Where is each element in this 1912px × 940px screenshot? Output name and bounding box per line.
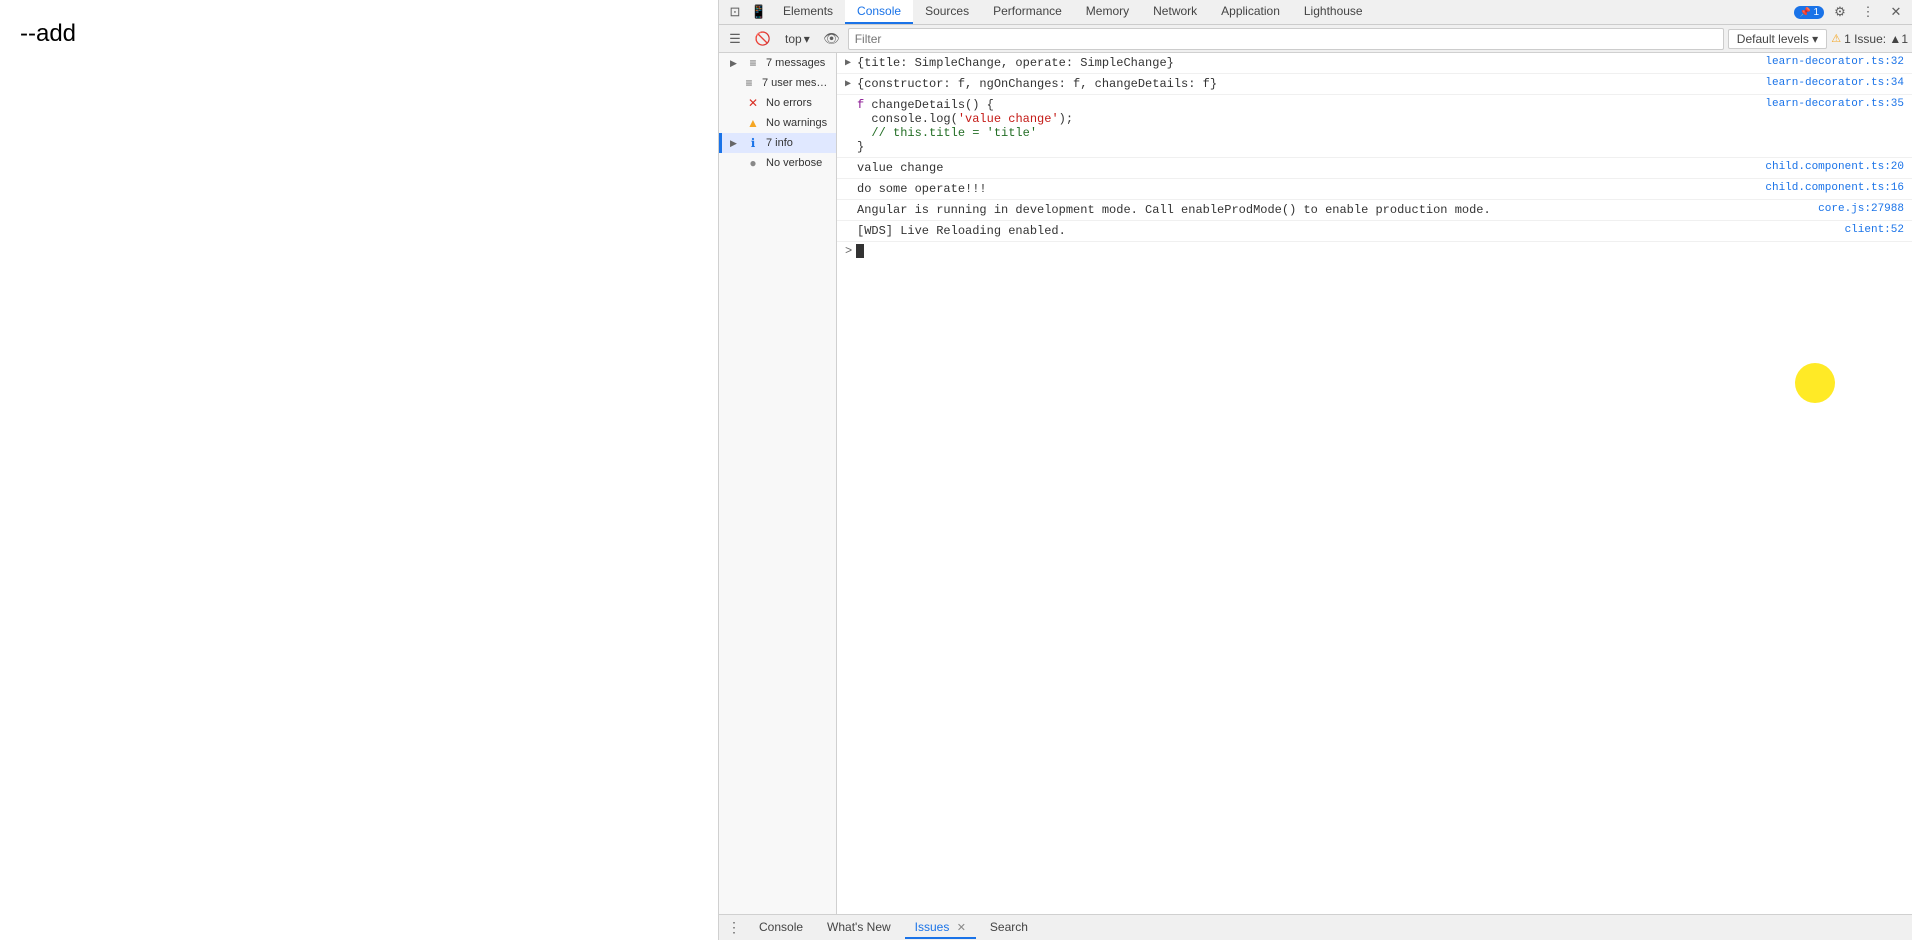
bottom-tab-whats-new[interactable]: What's New xyxy=(817,917,901,939)
devtools-dock-btn[interactable]: ⊡ xyxy=(723,0,747,24)
console-entry-5: ▶ do some operate!!! child.component.ts:… xyxy=(837,179,1912,200)
issues-badge: ⚠ 1 Issue: ▲1 xyxy=(1831,32,1908,46)
console-entry-4: ▶ value change child.component.ts:20 xyxy=(837,158,1912,179)
console-entry-3: ▶ f changeDetails() { console.log('value… xyxy=(837,95,1912,158)
console-entry-1: ▶ {title: SimpleChange, operate: SimpleC… xyxy=(837,53,1912,74)
sidebar-item-messages[interactable]: ▶ ≡ 7 messages xyxy=(719,53,836,73)
tab-count-icon: 📌 xyxy=(1799,7,1810,17)
devtools-settings-btn[interactable]: ⚙ xyxy=(1828,0,1852,24)
sidebar-icon-warnings: ▲ xyxy=(746,116,760,130)
entry-source-1[interactable]: learn-decorator.ts:32 xyxy=(1757,54,1912,70)
sidebar-expand-info: ▶ xyxy=(730,138,740,149)
tab-sources[interactable]: Sources xyxy=(913,0,981,24)
sidebar-item-errors[interactable]: ✕ No errors xyxy=(719,93,836,113)
sidebar-icon-messages: ≡ xyxy=(746,56,760,70)
bottom-bar: ⋮ Console What's New Issues ✕ Search xyxy=(719,914,1912,940)
entry-source-6[interactable]: core.js:27988 xyxy=(1810,201,1912,217)
bottom-tab-search[interactable]: Search xyxy=(980,917,1038,939)
tab-network[interactable]: Network xyxy=(1141,0,1209,24)
context-chevron: ▾ xyxy=(804,32,810,46)
console-sidebar-toggle[interactable]: ☰ xyxy=(723,27,747,51)
console-main: ▶ ≡ 7 messages ≡ 7 user mess... ✕ No err… xyxy=(719,53,1912,914)
entry-expand-2[interactable]: ▶ xyxy=(837,75,853,91)
entry-source-7[interactable]: client:52 xyxy=(1837,222,1912,238)
sidebar-icon-errors: ✕ xyxy=(746,96,760,110)
entry-content-1: {title: SimpleChange, operate: SimpleCha… xyxy=(853,54,1757,72)
context-label: top xyxy=(785,32,802,46)
devtools-close-btn[interactable]: ✕ xyxy=(1884,0,1908,24)
devtools-three-dots[interactable]: ⋮ xyxy=(727,919,741,936)
entry-source-4[interactable]: child.component.ts:20 xyxy=(1757,159,1912,175)
sidebar-label-messages: 7 messages xyxy=(766,57,828,69)
console-input-line[interactable]: > xyxy=(837,242,1912,260)
sidebar-label-verbose: No verbose xyxy=(766,157,828,169)
bottom-tab-issues-close[interactable]: ✕ xyxy=(957,922,966,934)
tab-elements[interactable]: Elements xyxy=(771,0,845,24)
context-selector[interactable]: top ▾ xyxy=(779,30,816,48)
sidebar-label-errors: No errors xyxy=(766,97,828,109)
sidebar-item-warnings[interactable]: ▲ No warnings xyxy=(719,113,836,133)
sidebar-label-user-messages: 7 user mess... xyxy=(762,77,828,89)
entry-content-2: {constructor: f, ngOnChanges: f, changeD… xyxy=(853,75,1757,93)
devtools-panel: ⊡ 📱 Elements Console Sources Performance… xyxy=(718,0,1912,940)
tab-lighthouse[interactable]: Lighthouse xyxy=(1292,0,1375,24)
page-main-text: --add xyxy=(20,20,76,48)
console-toolbar: ☰ 🚫 top ▾ 👁 Default levels ▾ ⚠ 1 Issue: … xyxy=(719,25,1912,53)
app-area: --add ⊡ 📱 Elements Console Sources Perfo… xyxy=(0,0,1912,940)
sidebar-expand-messages: ▶ xyxy=(730,58,740,69)
console-entry-2: ▶ {constructor: f, ngOnChanges: f, chang… xyxy=(837,74,1912,95)
sidebar-item-user-messages[interactable]: ≡ 7 user mess... xyxy=(719,73,836,93)
entry-expand-1[interactable]: ▶ xyxy=(837,54,853,70)
console-entry-6: ▶ Angular is running in development mode… xyxy=(837,200,1912,221)
entry-content-5: do some operate!!! xyxy=(853,180,1757,198)
entry-content-6: Angular is running in development mode. … xyxy=(853,201,1810,219)
devtools-top-right: 📌 1 ⚙ ⋮ ✕ xyxy=(1794,0,1908,24)
bottom-tab-issues[interactable]: Issues ✕ xyxy=(905,917,976,939)
bottom-tab-console[interactable]: Console xyxy=(749,917,813,939)
tab-count-badge: 📌 1 xyxy=(1794,6,1824,19)
sidebar-icon-user-messages: ≡ xyxy=(742,76,756,90)
console-sidebar: ▶ ≡ 7 messages ≡ 7 user mess... ✕ No err… xyxy=(719,53,837,914)
tab-performance[interactable]: Performance xyxy=(981,0,1074,24)
sidebar-icon-info: ℹ xyxy=(746,136,760,150)
entry-content-7: [WDS] Live Reloading enabled. xyxy=(853,222,1837,240)
issues-count: 1 Issue: ▲1 xyxy=(1844,32,1908,46)
sidebar-item-verbose[interactable]: ● No verbose xyxy=(719,153,836,173)
page-content: --add xyxy=(0,0,718,940)
issue-warning-icon: ⚠ xyxy=(1831,32,1841,45)
input-cursor xyxy=(856,244,864,258)
console-entry-7: ▶ [WDS] Live Reloading enabled. client:5… xyxy=(837,221,1912,242)
console-eye-btn[interactable]: 👁 xyxy=(820,27,844,51)
sidebar-label-warnings: No warnings xyxy=(766,117,828,129)
sidebar-label-info: 7 info xyxy=(766,137,828,149)
sidebar-icon-verbose: ● xyxy=(746,156,760,170)
sidebar-item-info[interactable]: ▶ ℹ 7 info xyxy=(719,133,836,153)
console-clear-btn[interactable]: 🚫 xyxy=(751,27,775,51)
entry-content-4: value change xyxy=(853,159,1757,177)
devtools-more-btn[interactable]: ⋮ xyxy=(1856,0,1880,24)
tab-memory[interactable]: Memory xyxy=(1074,0,1141,24)
default-levels-btn[interactable]: Default levels ▾ xyxy=(1728,29,1827,49)
tab-console[interactable]: Console xyxy=(845,0,913,24)
entry-source-3[interactable]: learn-decorator.ts:35 xyxy=(1757,96,1912,112)
entry-content-3: f changeDetails() { console.log('value c… xyxy=(853,96,1757,156)
cursor-overlay xyxy=(1795,363,1835,403)
devtools-tab-bar: ⊡ 📱 Elements Console Sources Performance… xyxy=(719,0,1912,25)
input-prompt: > xyxy=(845,244,852,258)
devtools-device-btn[interactable]: 📱 xyxy=(747,0,771,24)
default-levels-label: Default levels ▾ xyxy=(1737,32,1818,46)
entry-source-5[interactable]: child.component.ts:16 xyxy=(1757,180,1912,196)
entry-source-2[interactable]: learn-decorator.ts:34 xyxy=(1757,75,1912,91)
console-filter-input[interactable] xyxy=(848,28,1724,50)
tab-application[interactable]: Application xyxy=(1209,0,1292,24)
console-output[interactable]: ▶ {title: SimpleChange, operate: SimpleC… xyxy=(837,53,1912,914)
